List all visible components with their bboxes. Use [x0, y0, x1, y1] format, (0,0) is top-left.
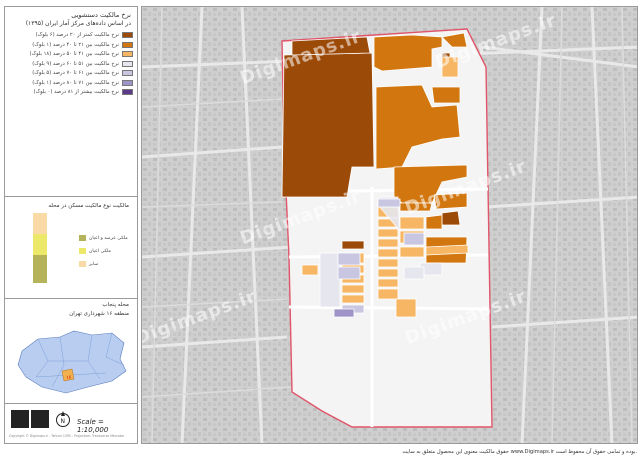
legend-item: نرخ مالکیت کمتر از ۲۰ درصد (۶ بلوک): [36, 31, 133, 39]
chart-section: مالکیت نوع مالکیت مسکن در محله ملکی عرصه…: [5, 197, 137, 299]
map-svg: [142, 7, 637, 443]
chart-legend-item: ملکی عرصه و اعیان: [79, 235, 128, 241]
bar-segment: [33, 255, 47, 283]
legend-label: نرخ مالکیت بین ۷۱ تا ۸۰ درصد (۱ بلوک): [32, 79, 119, 86]
legend-label: نرخ مالکیت بین ۴۱ تا ۵۰ درصد (۱۸ بلوک): [29, 51, 119, 57]
copyright-note: Copyright © Digimaps.ir - Tehran 1395 - …: [9, 434, 125, 438]
legend-swatch: [122, 60, 133, 67]
chart-legend-label: ملکی عرصه و اعیان: [89, 235, 128, 241]
chart-legend-label: ملکی اعیان: [89, 248, 111, 254]
legend-label: نرخ مالکیت کمتر از ۲۰ درصد (۶ بلوک): [35, 32, 119, 38]
inset-subtitle: منطقه ۱۶ شهرداری تهران: [69, 311, 129, 317]
chart-legend-swatch: [79, 261, 86, 267]
chart-legend-swatch: [79, 235, 86, 241]
bar-segment: [33, 213, 47, 234]
inset-section: محله پنجاب منطقه ۱۶ شهرداری تهران ۱۶: [5, 299, 137, 404]
stacked-bar: [33, 213, 47, 283]
legend-label: نرخ مالکیت بین ۶۱ تا ۷۰ درصد (۵ بلوک): [32, 70, 119, 76]
legend-label: نرخ مالکیت بین ۲۱ تا ۴۰ درصد (۱ بلوک): [32, 41, 119, 48]
chart-legend-item: ملکی اعیان: [79, 248, 111, 254]
north-arrow-icon: N: [56, 411, 70, 427]
chart-legend-swatch: [79, 248, 86, 254]
inset-marker: ۱۶: [66, 375, 72, 381]
chart-legend-item: سایر: [79, 261, 98, 267]
legend-panel: نرخ مالکیت دستشویی در اساس داده‌های مرکز…: [4, 6, 138, 444]
qr-code-icon: [31, 410, 49, 428]
bar-segment: [33, 234, 47, 255]
legend-item: نرخ مالکیت بین ۶۱ تا ۷۰ درصد (۵ بلوک): [32, 69, 133, 77]
legend-swatch: [122, 32, 133, 38]
legend-swatch: [122, 41, 133, 48]
legend-swatch: [122, 89, 133, 95]
inset-title: محله پنجاب: [102, 302, 129, 308]
map-subtitle: در اساس داده‌های مرکز آمار ایران (۱۳۹۵): [25, 20, 131, 27]
qr-code-icon: [11, 410, 29, 428]
map-title: نرخ مالکیت دستشویی: [71, 11, 131, 19]
footer-copyright: حقوق مالکیت معنوی این محصول متعلق به سای…: [402, 449, 637, 455]
scale-text: Scale = 1:10,000: [77, 418, 109, 434]
legend-label: نرخ مالکیت بین ۵۱ تا ۶۰ درصد (۹ بلوک): [32, 60, 119, 67]
legend-swatch: [122, 51, 133, 57]
legend-item: نرخ مالکیت بین ۵۱ تا ۶۰ درصد (۹ بلوک): [32, 60, 133, 68]
inset-map: ۱۶: [17, 330, 127, 394]
scale-section: N Scale = 1:10,000 Copyright © Digimaps.…: [5, 404, 137, 443]
legend-item: نرخ مالکیت بین ۴۱ تا ۵۰ درصد (۱۸ بلوک): [29, 50, 133, 58]
legend-item: نرخ مالکیت بین ۲۱ تا ۴۰ درصد (۱ بلوک): [32, 41, 133, 49]
map-canvas[interactable]: Digimaps.ir Digimaps.ir Digimaps.ir Digi…: [141, 6, 638, 444]
legend-item: نرخ مالکیت بیشتر از ۸۱ درصد (۰ بلوک): [33, 88, 133, 96]
chart-legend-label: سایر: [89, 261, 99, 267]
legend-label: نرخ مالکیت بیشتر از ۸۱ درصد (۰ بلوک): [33, 89, 119, 95]
legend-section: نرخ مالکیت دستشویی در اساس داده‌های مرکز…: [5, 7, 137, 197]
legend-swatch: [122, 70, 133, 76]
legend-swatch: [122, 79, 133, 86]
chart-title: مالکیت نوع مالکیت مسکن در محله: [48, 203, 129, 209]
legend-item: نرخ مالکیت بین ۷۱ تا ۸۰ درصد (۱ بلوک): [32, 79, 133, 87]
map-sheet: { "map_title": "نرخ مالکیت دستشویی", "ma…: [0, 0, 643, 461]
north-label: N: [61, 418, 66, 425]
